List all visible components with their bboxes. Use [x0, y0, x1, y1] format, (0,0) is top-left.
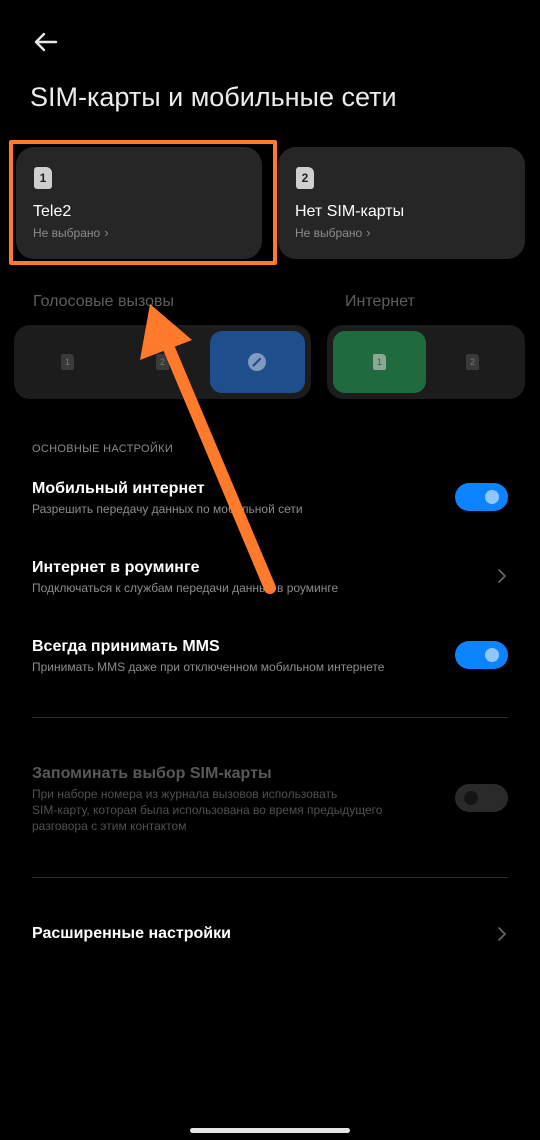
row-title: Расширенные настройки	[32, 925, 231, 942]
row-subtitle-line-1: При наборе номера из журнала вызовов исп…	[32, 787, 338, 801]
back-button[interactable]	[26, 22, 66, 62]
annotation-highlight-box	[9, 140, 277, 265]
mms-toggle[interactable]	[455, 641, 508, 669]
voice-option-sim-2[interactable]: 2	[115, 331, 210, 393]
chevron-right-icon	[498, 927, 506, 941]
internet-option-sim-2[interactable]: 2	[426, 331, 519, 393]
row-title: Мобильный интернет	[32, 480, 205, 497]
divider	[32, 717, 508, 718]
remember-sim-toggle[interactable]	[455, 784, 508, 812]
pencil-icon	[248, 353, 266, 371]
voice-option-ask[interactable]	[210, 331, 305, 393]
home-indicator[interactable]	[190, 1128, 350, 1133]
mobile-internet-toggle[interactable]	[455, 483, 508, 511]
sim-1-small-icon: 1	[61, 354, 74, 370]
settings-group-header: ОСНОВНЫЕ НАСТРОЙКИ	[32, 443, 174, 455]
arrow-left-icon	[34, 32, 58, 52]
chevron-right-icon: ›	[366, 225, 371, 240]
voice-calls-label: Голосовые вызовы	[33, 293, 175, 310]
voice-sim-selector: 1 2	[14, 325, 311, 399]
voice-option-sim-1[interactable]: 1	[20, 331, 115, 393]
mobile-internet-row[interactable]: Мобильный интернет Разрешить передачу да…	[0, 470, 540, 526]
internet-sim-selector: 1 2	[327, 325, 525, 399]
row-subtitle-line-2: SIM-карту, которая была использована во …	[32, 803, 383, 817]
sim-2-small-icon: 2	[466, 354, 479, 370]
row-subtitle: Подключаться к службам передачи данных в…	[32, 581, 339, 595]
mms-row[interactable]: Всегда принимать MMS Принимать MMS даже …	[0, 628, 540, 684]
row-subtitle-line-3: разговора с этим контактом	[32, 819, 187, 833]
divider	[32, 877, 508, 878]
internet-label: Интернет	[345, 293, 415, 310]
chevron-right-icon	[498, 569, 506, 583]
internet-option-sim-1[interactable]: 1	[333, 331, 426, 393]
row-title: Всегда принимать MMS	[32, 638, 220, 655]
sim-2-small-icon: 2	[156, 354, 169, 370]
sim-1-small-icon: 1	[373, 354, 386, 370]
sim-2-status: Не выбрано ›	[295, 225, 371, 240]
remember-sim-row[interactable]: Запоминать выбор SIM-карты При наборе но…	[0, 755, 540, 845]
advanced-settings-row[interactable]: Расширенные настройки	[0, 912, 540, 956]
row-title: Интернет в роуминге	[32, 559, 200, 576]
row-title: Запоминать выбор SIM-карты	[32, 765, 272, 782]
row-subtitle: Разрешить передачу данных по мобильной с…	[32, 502, 303, 516]
sim-card-2[interactable]: 2 Нет SIM-карты Не выбрано ›	[278, 147, 525, 259]
page-title: SIM-карты и мобильные сети	[30, 82, 397, 112]
row-subtitle: Принимать MMS даже при отключенном мобил…	[32, 660, 385, 674]
sim-2-icon: 2	[296, 167, 314, 189]
roaming-row[interactable]: Интернет в роуминге Подключаться к служб…	[0, 549, 540, 605]
sim-2-name: Нет SIM-карты	[295, 203, 405, 220]
